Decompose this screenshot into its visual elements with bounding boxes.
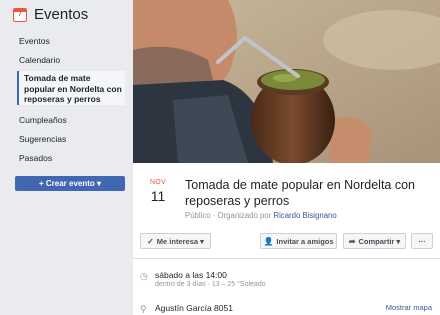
show-map-link[interactable]: Mostrar mapa — [386, 303, 432, 312]
event-month: NOV — [149, 179, 167, 186]
sidebar-item-sugerencias[interactable]: Sugerencias — [19, 134, 66, 144]
current-event-label-line1: Tomada de mate — [24, 73, 91, 83]
sidebar-item-pasados[interactable]: Pasados — [19, 153, 52, 163]
event-location[interactable]: Agustín García 8051 — [155, 303, 233, 313]
sidebar-header: 7 Eventos — [13, 6, 88, 23]
event-date-badge: NOV 11 — [144, 179, 172, 204]
events-sidebar: 7 Eventos Eventos Calendario Tomada de m… — [0, 0, 133, 315]
event-meta: Público · Organizado por Ricardo Bisigna… — [185, 211, 337, 220]
current-event-label-line2: popular en Nordelta con — [24, 83, 122, 94]
more-options-button[interactable]: ··· — [411, 233, 433, 249]
event-time-detail: dentro de 3 días · 13 – 25 °Soleado — [155, 281, 266, 288]
share-button[interactable]: ➦ Compartir ▾ — [343, 233, 406, 249]
clock-icon: ◷ — [140, 271, 148, 281]
sidebar-item-calendario[interactable]: Calendario — [19, 55, 60, 65]
event-actions: ✓ Me interesa ▾ 👤 Invitar a amigos ➦ Com… — [140, 233, 433, 251]
interested-label: Me interesa ▾ — [156, 236, 204, 246]
event-organizer-link[interactable]: Ricardo Bisignano — [273, 211, 336, 220]
event-cover-photo — [133, 0, 440, 163]
check-icon: ✓ — [147, 236, 154, 246]
event-day: 11 — [150, 188, 166, 204]
sidebar-item-cumpleanos[interactable]: Cumpleaños — [19, 115, 67, 125]
add-person-icon: 👤 — [263, 236, 274, 246]
share-label: Compartir ▾ — [358, 236, 401, 246]
event-organizer-prefix: Organizado por — [217, 211, 272, 220]
calendar-icon: 7 — [13, 7, 27, 22]
current-event-label-line3: reposeras y perros — [24, 94, 101, 104]
event-privacy: Público — [185, 211, 211, 220]
create-event-button[interactable]: + Crear evento ▾ — [15, 176, 125, 191]
event-main: NOV 11 Tomada de mate popular en Nordelt… — [133, 0, 440, 315]
event-time: sábado a las 14:00 — [155, 270, 227, 280]
invite-label: Invitar a amigos — [276, 236, 334, 246]
location-pin-icon: ⚲ — [140, 304, 147, 314]
share-arrow-icon: ➦ — [348, 236, 356, 246]
sidebar-item-eventos[interactable]: Eventos — [19, 36, 50, 46]
divider — [133, 258, 440, 259]
sidebar-item-current-event[interactable]: Tomada de mate popular en Nordelta con r… — [17, 71, 125, 105]
event-title: Tomada de mate popular en Nordelta con r… — [185, 178, 416, 208]
sidebar-title: Eventos — [34, 6, 89, 23]
invite-friends-button[interactable]: 👤 Invitar a amigos — [260, 233, 337, 249]
interested-button[interactable]: ✓ Me interesa ▾ — [140, 233, 211, 249]
